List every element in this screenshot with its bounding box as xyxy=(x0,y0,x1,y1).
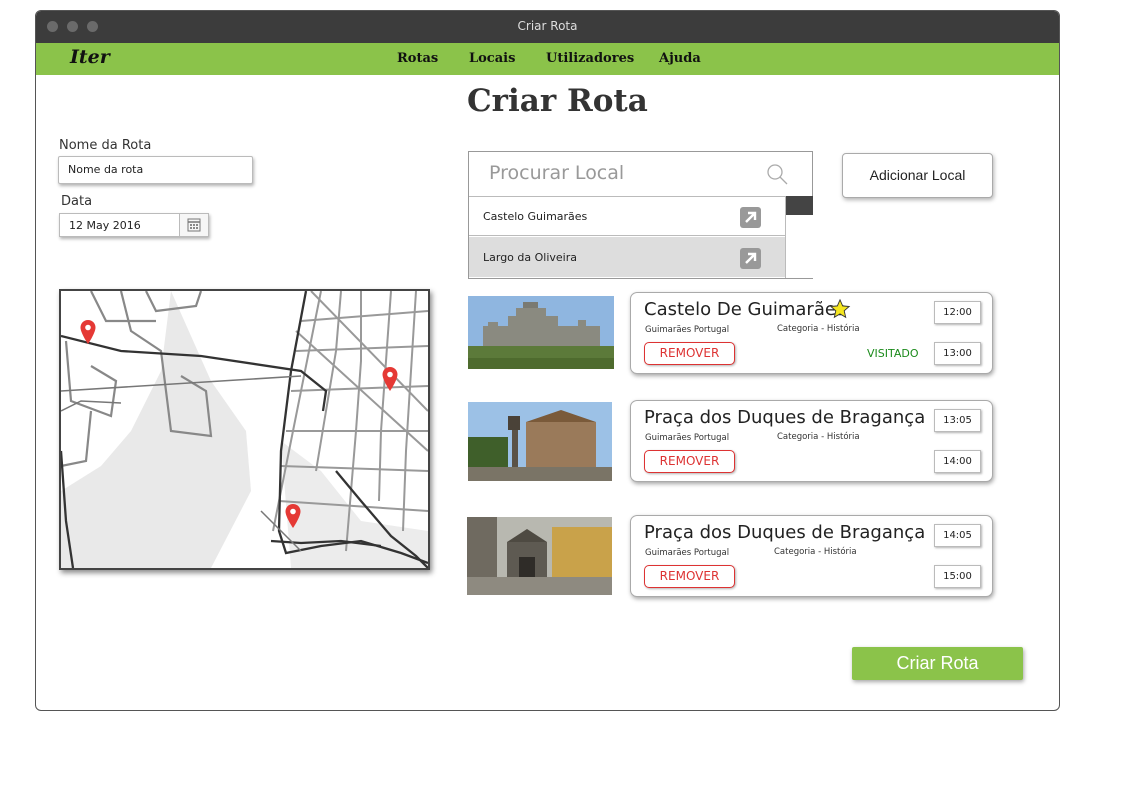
stop-name: Castelo De Guimarães xyxy=(644,299,846,320)
nav-item-utilizadores[interactable]: Utilizadores xyxy=(546,51,634,66)
route-stop-card: Castelo De Guimarães Guimarães Portugal … xyxy=(630,292,993,374)
stop-category: Categoria - História xyxy=(774,547,857,557)
stop-category: Categoria - História xyxy=(777,432,860,442)
square-photo xyxy=(468,402,612,481)
end-time-field[interactable]: 14:00 xyxy=(934,450,981,473)
date-picker[interactable]: 12 May 2016 xyxy=(59,213,209,237)
calendar-button[interactable] xyxy=(179,214,208,236)
date-label: Data xyxy=(61,194,93,209)
stop-name: Praça dos Duques de Bragança xyxy=(644,522,926,543)
stop-location: Guimarães Portugal xyxy=(645,548,730,558)
create-route-button[interactable]: Criar Rota xyxy=(852,647,1023,680)
remove-stop-button[interactable]: REMOVER xyxy=(644,450,735,473)
map-pin-icon[interactable] xyxy=(381,366,399,392)
calendar-icon xyxy=(187,218,201,232)
open-arrow-icon[interactable] xyxy=(740,248,761,269)
remove-stop-button[interactable]: REMOVER xyxy=(644,342,735,365)
search-placeholder: Procurar Local xyxy=(489,162,625,184)
remove-stop-button[interactable]: REMOVER xyxy=(644,565,735,588)
start-time-field[interactable]: 12:00 xyxy=(934,301,981,324)
app-logo[interactable]: Iter xyxy=(70,46,110,68)
nav-item-locais[interactable]: Locais xyxy=(469,51,515,66)
square-photo xyxy=(467,517,612,595)
route-stop-card: Praça dos Duques de Bragança Guimarães P… xyxy=(630,515,993,597)
nav-item-ajuda[interactable]: Ajuda xyxy=(659,51,701,66)
search-result-label: Largo da Oliveira xyxy=(483,251,577,264)
top-navbar: Iter Rotas Locais Utilizadores Ajuda xyxy=(36,43,1059,75)
start-time-field[interactable]: 13:05 xyxy=(934,409,981,432)
page-title: Criar Rota xyxy=(467,83,648,119)
search-result-label: Castelo Guimarães xyxy=(483,210,588,223)
results-scrollbar[interactable] xyxy=(785,196,813,278)
stop-location: Guimarães Portugal xyxy=(645,433,730,443)
search-input[interactable]: Procurar Local xyxy=(469,152,812,197)
stop-name: Praça dos Duques de Bragança xyxy=(644,407,926,428)
open-arrow-icon[interactable] xyxy=(740,207,761,228)
route-stop-card: Praça dos Duques de Bragança Guimarães P… xyxy=(630,400,993,482)
castle-photo xyxy=(468,296,614,369)
location-search-panel: Procurar Local Castelo Guimarães Largo d… xyxy=(468,151,813,279)
nav-item-rotas[interactable]: Rotas xyxy=(397,51,438,66)
window-title: Criar Rota xyxy=(517,19,578,33)
stop-category: Categoria - História xyxy=(777,324,860,334)
add-location-button[interactable]: Adicionar Local xyxy=(842,153,993,198)
route-name-input[interactable]: Nome da rota xyxy=(58,156,253,184)
search-result-item[interactable]: Largo da Oliveira xyxy=(469,237,785,277)
route-name-label: Nome da Rota xyxy=(59,138,152,153)
scrollbar-thumb[interactable] xyxy=(786,196,813,215)
map-canvas xyxy=(61,291,428,568)
search-result-item[interactable]: Castelo Guimarães xyxy=(469,196,785,236)
title-bar: Criar Rota xyxy=(36,11,1059,43)
map-pin-icon[interactable] xyxy=(284,503,302,529)
date-value: 12 May 2016 xyxy=(69,219,141,232)
visited-status: VISITADO xyxy=(867,347,919,360)
end-time-field[interactable]: 15:00 xyxy=(934,565,981,588)
end-time-field[interactable]: 13:00 xyxy=(934,342,981,365)
stop-location: Guimarães Portugal xyxy=(645,325,730,335)
map-pin-icon[interactable] xyxy=(79,319,97,345)
favorite-star-icon[interactable] xyxy=(829,298,851,320)
start-time-field[interactable]: 14:05 xyxy=(934,524,981,547)
app-window: Criar Rota Iter Rotas Locais Utilizadore… xyxy=(35,10,1060,711)
route-map[interactable] xyxy=(59,289,430,570)
search-icon[interactable] xyxy=(765,162,789,186)
